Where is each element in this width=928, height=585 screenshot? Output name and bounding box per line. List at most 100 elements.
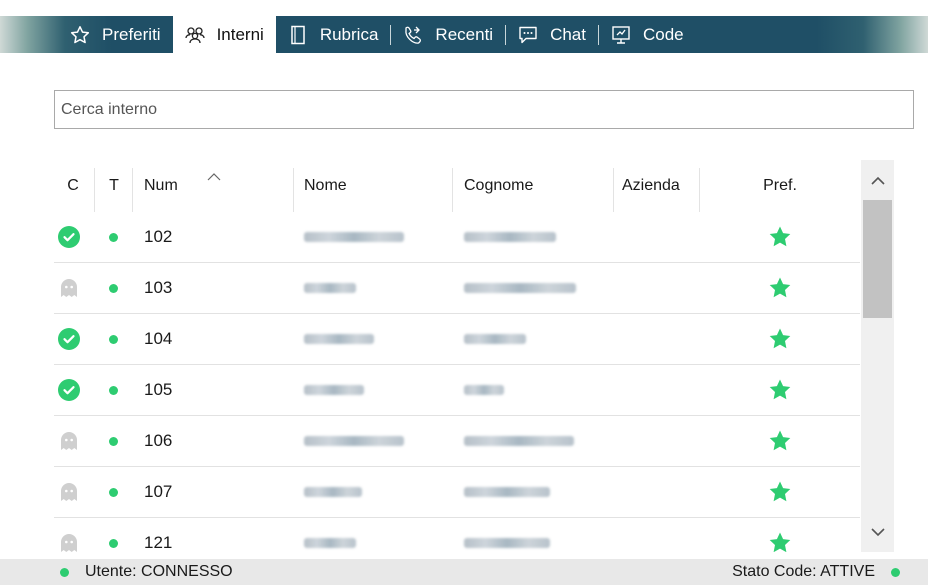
- redacted-text: [464, 334, 526, 344]
- column-header-c[interactable]: C: [54, 160, 92, 212]
- user-status-text: Utente: CONNESSO: [85, 563, 233, 580]
- user-status: Utente: CONNESSO: [60, 559, 233, 585]
- last-name-redacted: [464, 416, 609, 466]
- table-row[interactable]: 103: [54, 263, 860, 314]
- first-name-redacted: [304, 263, 449, 313]
- column-divider: [613, 168, 614, 212]
- table-row[interactable]: 107: [54, 467, 860, 518]
- favorite-toggle[interactable]: [700, 314, 860, 364]
- check-circle-icon: [58, 328, 80, 350]
- column-header-azienda-label: Azienda: [622, 177, 680, 194]
- star-outline-icon: [70, 25, 90, 45]
- presence-cell: [58, 212, 88, 262]
- star-filled-icon: [769, 379, 791, 400]
- tab-preferiti[interactable]: Preferiti: [58, 16, 173, 53]
- column-header-azienda[interactable]: Azienda: [622, 160, 699, 212]
- tab-chat[interactable]: Chat: [506, 16, 598, 53]
- column-header-c-label: C: [67, 177, 79, 194]
- presence-cell: [58, 518, 88, 552]
- extension-number: 121: [144, 533, 173, 552]
- status-dot: [109, 232, 118, 242]
- first-name-redacted: [304, 314, 449, 364]
- phone-status-cell: [109, 467, 121, 517]
- last-name-redacted: [464, 365, 609, 415]
- chat-icon: [518, 25, 538, 45]
- presence-cell: [58, 416, 88, 466]
- column-divider: [132, 168, 133, 212]
- favorite-toggle[interactable]: [700, 518, 860, 552]
- status-dot: [109, 283, 118, 293]
- tab-rubrica-label: Rubrica: [319, 24, 379, 44]
- favorite-toggle[interactable]: [700, 467, 860, 517]
- check-circle-icon: [58, 226, 80, 248]
- table-row[interactable]: 102: [54, 212, 860, 263]
- redacted-text: [464, 232, 556, 242]
- phone-status-cell: [109, 212, 121, 262]
- favorite-toggle[interactable]: [700, 365, 860, 415]
- queue-icon: [611, 25, 631, 45]
- scroll-down-button[interactable]: [861, 512, 894, 552]
- column-header-cognome[interactable]: Cognome: [464, 160, 614, 212]
- status-dot: [109, 334, 118, 344]
- extension-number: 104: [144, 329, 173, 348]
- tab-list: Preferiti Interni Rubrica Recenti Chat C…: [58, 16, 696, 53]
- star-filled-icon: [769, 532, 791, 552]
- column-header-pref[interactable]: Pref.: [700, 160, 860, 212]
- status-dot: [109, 487, 118, 497]
- tab-chat-label: Chat: [550, 24, 586, 44]
- scroll-up-button[interactable]: [861, 160, 894, 200]
- column-header-nome[interactable]: Nome: [304, 160, 454, 212]
- redacted-text: [464, 538, 550, 548]
- presence-cell: [58, 365, 88, 415]
- table-row[interactable]: 105: [54, 365, 860, 416]
- extension-number: 105: [144, 380, 173, 399]
- column-header-num-label: Num: [144, 177, 178, 194]
- presence-cell: [58, 314, 88, 364]
- users-icon: [184, 25, 205, 45]
- star-filled-icon: [769, 328, 791, 349]
- tab-interni[interactable]: Interni: [172, 16, 276, 53]
- last-name-redacted: [464, 263, 609, 313]
- table-row[interactable]: 104: [54, 314, 860, 365]
- table-header: C T Num Nome Cognome Azienda Pref.: [54, 160, 860, 212]
- tab-recenti-label: Recenti: [435, 24, 494, 44]
- tab-code[interactable]: Code: [599, 16, 696, 53]
- tab-rubrica[interactable]: Rubrica: [276, 16, 391, 53]
- favorite-toggle[interactable]: [700, 263, 860, 313]
- queue-status: Stato Code: ATTIVE: [732, 559, 900, 585]
- column-header-pref-label: Pref.: [763, 177, 797, 194]
- favorite-toggle[interactable]: [700, 416, 860, 466]
- table-row[interactable]: 121: [54, 518, 860, 552]
- redacted-text: [304, 538, 356, 548]
- tab-recenti[interactable]: Recenti: [391, 16, 505, 53]
- recent-calls-icon: [403, 25, 423, 45]
- redacted-text: [304, 334, 374, 344]
- table-row[interactable]: 106: [54, 416, 860, 467]
- user-status-dot: [60, 567, 69, 577]
- extension-number: 103: [144, 278, 173, 297]
- favorite-toggle[interactable]: [700, 212, 860, 262]
- last-name-redacted: [464, 518, 609, 552]
- redacted-text: [304, 232, 404, 242]
- vertical-scrollbar[interactable]: [861, 160, 894, 552]
- column-divider: [452, 168, 453, 212]
- extensions-table: C T Num Nome Cognome Azienda Pref. 102 10…: [54, 160, 860, 552]
- scrollbar-thumb[interactable]: [863, 200, 892, 318]
- tab-preferiti-label: Preferiti: [102, 24, 161, 44]
- phone-status-cell: [109, 365, 121, 415]
- redacted-text: [304, 283, 356, 293]
- redacted-text: [464, 385, 504, 395]
- status-dot: [109, 385, 118, 395]
- first-name-redacted: [304, 365, 449, 415]
- column-divider: [94, 168, 95, 212]
- column-header-t-label: T: [109, 177, 119, 194]
- first-name-redacted: [304, 467, 449, 517]
- search-input[interactable]: [55, 91, 913, 128]
- column-header-t[interactable]: T: [96, 160, 132, 212]
- tab-bar: Preferiti Interni Rubrica Recenti Chat C…: [0, 0, 928, 53]
- status-bar: Utente: CONNESSO Stato Code: ATTIVE: [0, 559, 928, 585]
- presence-cell: [58, 263, 88, 313]
- star-filled-icon: [769, 430, 791, 451]
- extension-number: 102: [144, 227, 173, 246]
- extension-number: 107: [144, 482, 173, 501]
